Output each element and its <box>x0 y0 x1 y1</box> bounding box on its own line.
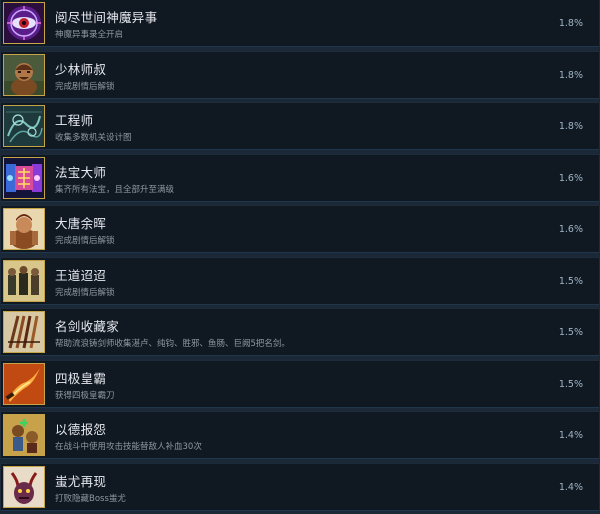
unlock-percentage: 1.4% <box>558 481 583 493</box>
journey-party-icon <box>3 259 45 302</box>
achievement-title: 少林师叔 <box>55 61 107 77</box>
unlock-percentage: 1.8% <box>558 121 583 132</box>
unlock-percentage: 1.4% <box>558 430 583 441</box>
swords-collection-icon <box>3 311 45 353</box>
achievement-description: 完成剧情后解锁 <box>55 287 115 298</box>
achievement-description: 在战斗中使用攻击技能替敌人补血30次 <box>55 442 202 452</box>
achievement-title: 以德报怨 <box>55 422 107 437</box>
unlock-percentage: 1.5% <box>558 275 583 287</box>
achievement-row[interactable]: 少林师叔 完成剧情后解锁 1.8% <box>0 50 600 99</box>
purple-eye-icon <box>3 2 45 44</box>
unlock-percentage: 1.8% <box>558 69 583 81</box>
unlock-percentage: 1.5% <box>558 378 583 390</box>
achievement-title: 蚩尤再现 <box>55 473 107 489</box>
unlock-percentage: 1.6% <box>558 224 583 235</box>
chiyou-demon-icon <box>3 465 45 508</box>
unlock-percentage: 1.6% <box>558 172 583 184</box>
tang-warrior-icon <box>3 208 45 250</box>
achievement-title: 王道迢迢 <box>55 267 107 283</box>
achievement-description: 神魔异事录全开启 <box>55 30 124 40</box>
achievement-description: 完成剧情后解锁 <box>55 236 115 246</box>
achievement-row[interactable]: 蚩尤再现 打败隐藏Boss蚩尤 1.4% <box>0 462 600 511</box>
achievement-row[interactable]: 四极皇霸 获得四极皇霸刀 1.5% <box>0 359 600 408</box>
achievement-row[interactable]: 王道迢迢 完成剧情后解锁 1.5% <box>0 256 600 305</box>
achievement-title: 名剑收藏家 <box>55 319 120 334</box>
unlock-percentage: 1.8% <box>558 18 583 29</box>
achievement-description: 获得四极皇霸刀 <box>55 390 115 401</box>
achievement-description: 完成剧情后解锁 <box>55 81 115 92</box>
achievement-description: 帮助流浪铸剑师收集湛卢、纯钧、胜邪、鱼肠、巨阙5把名剑。 <box>55 339 290 349</box>
achievement-title: 工程师 <box>55 113 94 128</box>
achievement-row[interactable]: 大唐余晖 完成剧情后解锁 1.6% <box>0 205 600 253</box>
flame-blade-icon <box>3 362 45 405</box>
achievement-row[interactable]: 工程师 收集多数机关设计图 1.8% <box>0 102 600 150</box>
achievement-list: 阅尽世间神魔异事 神魔异事录全开启 1.8% 少林师叔 完成剧情后解锁 1.8% <box>0 0 600 514</box>
achievement-row[interactable]: 阅尽世间神魔异事 神魔异事录全开启 1.8% <box>0 0 600 47</box>
blueprint-icon <box>3 105 45 147</box>
achievement-title: 大唐余晖 <box>55 216 107 231</box>
achievement-row[interactable]: 名剑收藏家 帮助流浪铸剑师收集湛卢、纯钧、胜邪、鱼肠、巨阙5把名剑。 1.5% <box>0 308 600 356</box>
shaolin-monk-icon <box>3 53 45 96</box>
healing-battle-icon <box>3 414 45 456</box>
achievement-title: 阅尽世间神魔异事 <box>55 10 158 25</box>
achievement-row[interactable]: 法宝大师 集齐所有法宝，且全部升至满级 1.6% <box>0 153 600 202</box>
achievement-description: 收集多数机关设计图 <box>55 133 132 143</box>
achievement-title: 四极皇霸 <box>55 370 107 386</box>
achievement-row[interactable]: 以德报怨 在战斗中使用攻击技能替敌人补血30次 1.4% <box>0 411 600 459</box>
achievement-description: 集齐所有法宝，且全部升至满级 <box>55 184 175 195</box>
magic-treasure-icon <box>3 156 45 199</box>
unlock-percentage: 1.5% <box>558 327 583 338</box>
achievement-title: 法宝大师 <box>55 164 107 180</box>
